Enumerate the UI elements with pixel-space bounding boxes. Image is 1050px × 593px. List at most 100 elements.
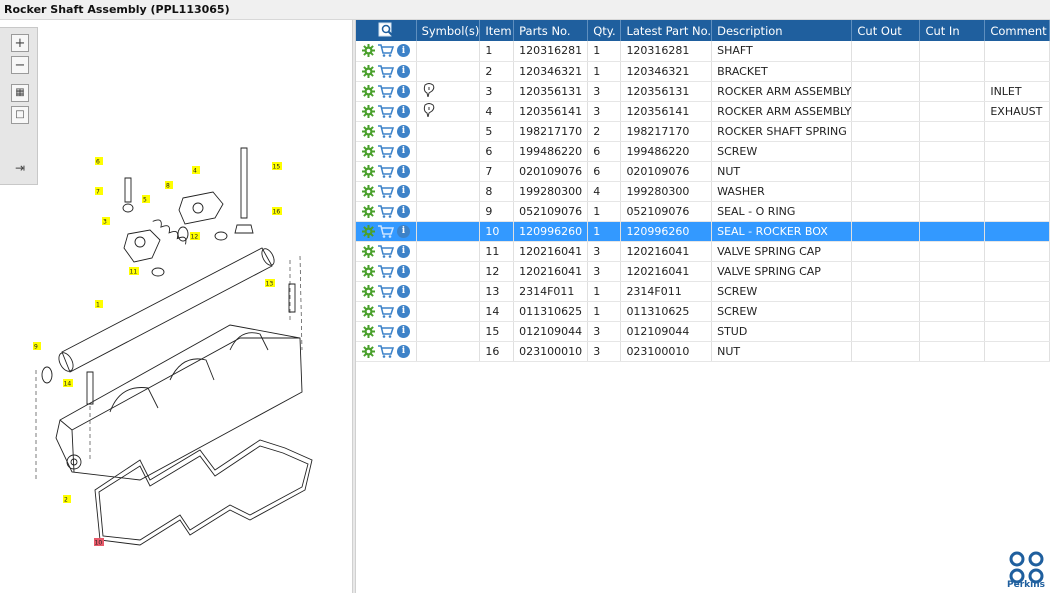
table-row[interactable]: i 5 198217170 2 198217170 ROCKER SHAFT SPRING (356, 121, 1050, 142)
cart-icon[interactable] (378, 124, 394, 138)
row-actions: i (356, 101, 417, 122)
cart-icon[interactable] (378, 324, 394, 338)
cart-icon[interactable] (378, 244, 394, 258)
header-actions[interactable] (356, 20, 417, 41)
header-description[interactable]: Description (711, 20, 853, 41)
header-comment[interactable]: Comment (984, 20, 1050, 41)
pin-icon[interactable] (422, 102, 436, 117)
symbol-cell (416, 181, 481, 202)
gear-icon[interactable] (362, 104, 375, 118)
latest-part-cell: 020109076 (620, 161, 713, 182)
cart-icon[interactable] (378, 284, 394, 298)
header-cut-in[interactable]: Cut In (919, 20, 986, 41)
header-symbols[interactable]: Symbol(s) (416, 20, 481, 41)
comment-cell (984, 221, 1050, 242)
table-row[interactable]: i 4 120356141 3 120356141 ROCKER ARM ASSEMBLY… (356, 101, 1050, 122)
info-icon[interactable]: i (397, 344, 410, 358)
table-row[interactable]: i 12 120216041 3 120216041 VALVE SPRING CAP (356, 261, 1050, 282)
panel-toggle-button[interactable]: ⇥ (11, 159, 29, 177)
gear-icon[interactable] (362, 164, 375, 178)
gear-icon[interactable] (362, 304, 375, 318)
table-row[interactable]: i 13 2314F011 1 2314F011 SCREW (356, 281, 1050, 302)
table-row[interactable]: i 14 011310625 1 011310625 SCREW (356, 301, 1050, 322)
table-row[interactable]: i 3 120356131 3 120356131 ROCKER ARM ASSEMBLY… (356, 81, 1050, 102)
info-icon[interactable]: i (397, 124, 410, 138)
cart-icon[interactable] (378, 184, 394, 198)
cart-icon[interactable] (378, 264, 394, 278)
row-actions: i (356, 301, 417, 322)
info-icon[interactable]: i (397, 64, 410, 78)
gear-icon[interactable] (362, 324, 375, 338)
header-parts-no[interactable]: Parts No. (513, 20, 589, 41)
cut-in-cell (919, 181, 986, 202)
comment-cell (984, 181, 1050, 202)
zoom-in-button[interactable]: + (11, 34, 29, 52)
cart-icon[interactable] (378, 164, 394, 178)
cut-out-cell (851, 301, 921, 322)
gear-icon[interactable] (362, 84, 375, 98)
table-row[interactable]: i 11 120216041 3 120216041 VALVE SPRING CAP (356, 241, 1050, 262)
table-row[interactable]: i 1 120316281 1 120316281 SHAFT (356, 41, 1050, 62)
gear-icon[interactable] (362, 284, 375, 298)
table-row[interactable]: i 15 012109044 3 012109044 STUD (356, 321, 1050, 342)
cart-icon[interactable] (378, 84, 394, 98)
cart-icon[interactable] (378, 304, 394, 318)
part-number-cell: 120356141 (513, 101, 589, 122)
table-row[interactable]: i 7 020109076 6 020109076 NUT (356, 161, 1050, 182)
info-icon[interactable]: i (397, 164, 410, 178)
cart-icon[interactable] (378, 144, 394, 158)
header-qty[interactable]: Qty. (587, 20, 622, 41)
info-icon[interactable]: i (397, 184, 410, 198)
info-icon[interactable]: i (397, 104, 410, 118)
info-icon[interactable]: i (397, 144, 410, 158)
cart-icon[interactable] (378, 224, 394, 238)
zoom-out-button[interactable]: − (11, 56, 29, 74)
gear-icon[interactable] (362, 224, 375, 238)
cart-icon[interactable] (378, 344, 394, 358)
info-icon[interactable]: i (397, 44, 410, 58)
gear-icon[interactable] (362, 244, 375, 258)
exploded-parts-diagram[interactable]: 6 7 5 8 3 4 15 16 12 11 13 1 9 14 2 10 (0, 20, 352, 593)
gear-icon[interactable] (362, 64, 375, 78)
table-row[interactable]: i 2 120346321 1 120346321 BRACKET (356, 61, 1050, 82)
svg-text:5: 5 (143, 197, 147, 204)
item-cell: 2 (479, 61, 515, 82)
gear-icon[interactable] (362, 44, 375, 58)
info-icon[interactable]: i (397, 284, 410, 298)
table-row[interactable]: i 9 052109076 1 052109076 SEAL - O RING (356, 201, 1050, 222)
gear-icon[interactable] (362, 144, 375, 158)
info-icon[interactable]: i (397, 84, 410, 98)
info-icon[interactable]: i (397, 324, 410, 338)
table-row[interactable]: i 8 199280300 4 199280300 WASHER (356, 181, 1050, 202)
diagram-pane[interactable]: 6 7 5 8 3 4 15 16 12 11 13 1 9 14 2 10 +… (0, 20, 352, 593)
info-icon[interactable]: i (397, 304, 410, 318)
info-icon[interactable]: i (397, 224, 410, 238)
table-row[interactable]: i 16 023100010 3 023100010 NUT (356, 341, 1050, 362)
gear-icon[interactable] (362, 344, 375, 358)
cart-icon[interactable] (378, 204, 394, 218)
gear-icon[interactable] (362, 204, 375, 218)
header-cut-out[interactable]: Cut Out (851, 20, 921, 41)
gear-icon[interactable] (362, 184, 375, 198)
cart-icon[interactable] (378, 44, 394, 58)
qty-cell: 4 (587, 181, 622, 202)
window-view-button[interactable]: □ (11, 106, 29, 124)
info-icon[interactable]: i (397, 264, 410, 278)
gear-icon[interactable] (362, 124, 375, 138)
header-item[interactable]: Item (479, 20, 515, 41)
fit-view-button[interactable]: ▦ (11, 84, 29, 102)
qty-cell: 6 (587, 141, 622, 162)
latest-part-cell: 120356141 (620, 101, 713, 122)
header-latest-part-no[interactable]: Latest Part No. (620, 20, 713, 41)
part-number-cell: 023100010 (513, 341, 589, 362)
info-icon[interactable]: i (397, 244, 410, 258)
table-row[interactable]: i 6 199486220 6 199486220 SCREW (356, 141, 1050, 162)
pin-icon[interactable] (422, 82, 436, 97)
table-row[interactable]: i 10 120996260 1 120996260 SEAL - ROCKER BOX (356, 221, 1050, 242)
info-icon[interactable]: i (397, 204, 410, 218)
part-number-cell: 052109076 (513, 201, 589, 222)
gear-icon[interactable] (362, 264, 375, 278)
cart-icon[interactable] (378, 104, 394, 118)
svg-text:16: 16 (273, 209, 281, 216)
cart-icon[interactable] (378, 64, 394, 78)
